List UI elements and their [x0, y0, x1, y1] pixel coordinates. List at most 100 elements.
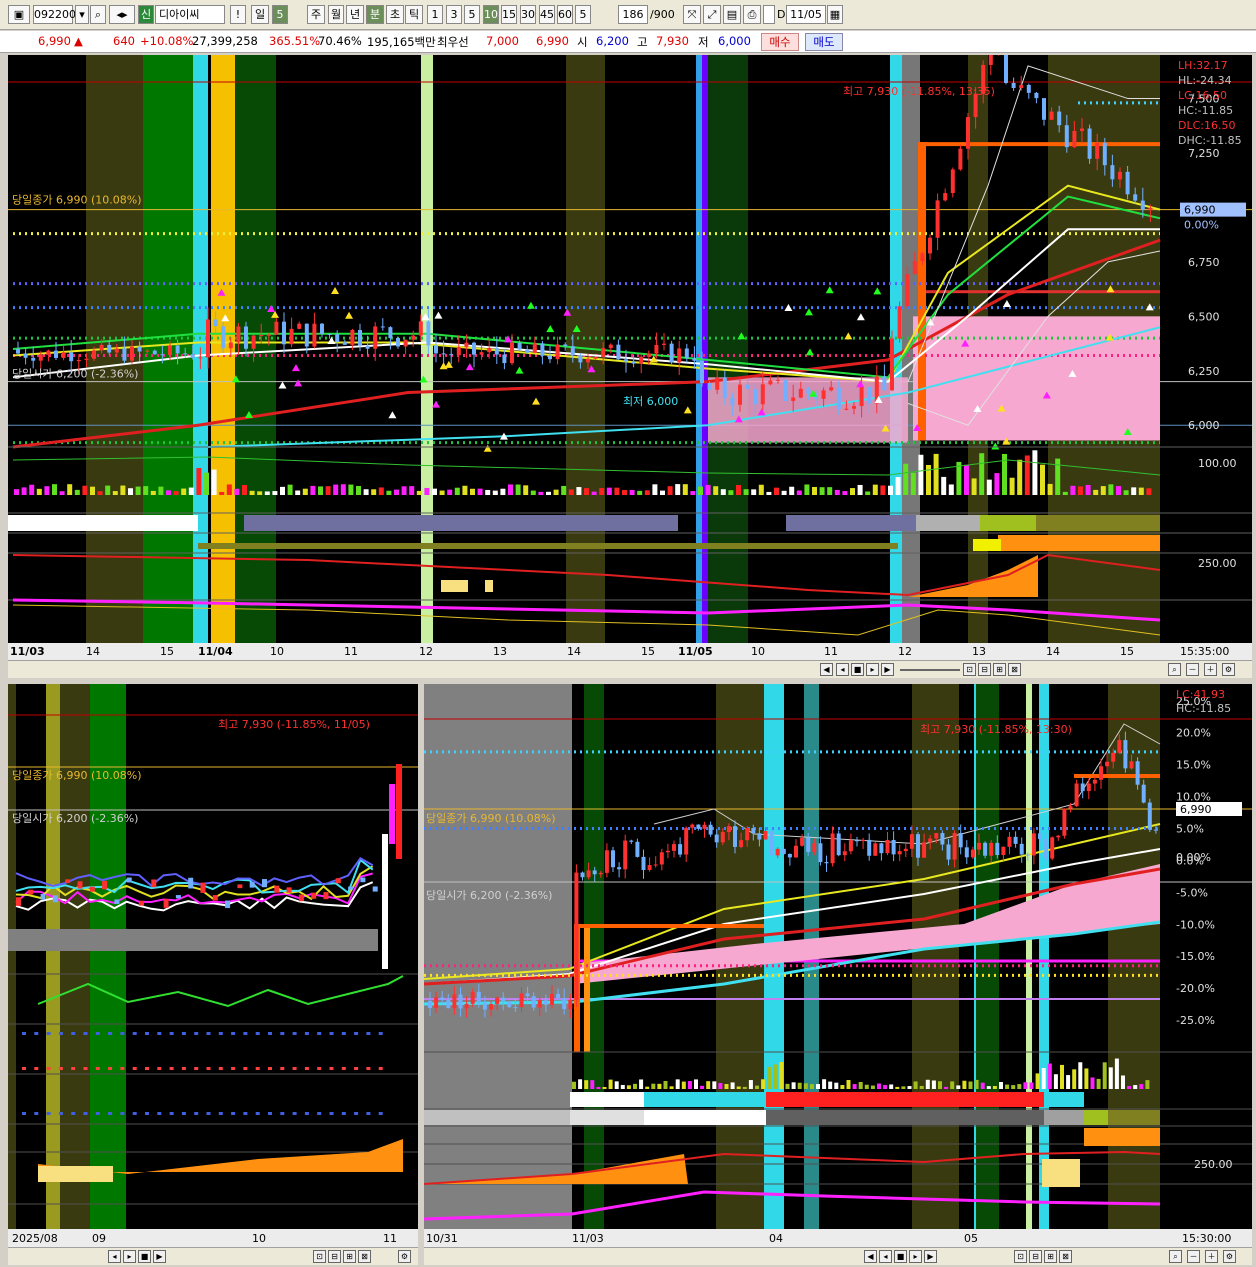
period-button[interactable]: 5 [575, 5, 591, 24]
dropdown-arrow-icon[interactable]: ▾ [75, 5, 89, 24]
zoom-icon[interactable]: ⌕ [1168, 663, 1181, 676]
scroll-last-icon[interactable]: ▶ [153, 1250, 166, 1263]
stop-icon[interactable]: ■ [894, 1250, 907, 1263]
tool3-icon[interactable]: ⊞ [343, 1250, 356, 1263]
prev-next-icon[interactable]: ◂▸ [109, 5, 135, 24]
volume-bar [439, 490, 445, 495]
buy-button[interactable]: 매수 [761, 33, 799, 51]
tool2-icon[interactable]: ⊟ [1029, 1250, 1042, 1263]
scroll-next-icon[interactable]: ▸ [866, 663, 879, 676]
period-button[interactable]: 1 [427, 5, 443, 24]
candle-body [228, 342, 233, 349]
candle-body [586, 870, 591, 878]
volume-bar [639, 1079, 644, 1089]
period-button[interactable]: 일 [251, 5, 269, 24]
tool2-icon[interactable]: ⊟ [978, 663, 991, 676]
draw-icon[interactable]: ⤧ [683, 5, 701, 24]
window-icon[interactable]: ▣ [8, 5, 30, 24]
count-input[interactable]: 186 [618, 5, 648, 24]
settings-icon[interactable]: ⚙ [1223, 1250, 1236, 1263]
sell-button[interactable]: 매도 [805, 33, 843, 51]
alert-icon[interactable]: ! [230, 5, 246, 24]
scroll-prev-icon[interactable]: ◂ [108, 1250, 121, 1263]
period-button[interactable]: 30 [520, 5, 536, 24]
candle-body [289, 328, 294, 345]
tool1-icon[interactable]: ⊡ [313, 1250, 326, 1263]
period-button[interactable]: 5 [464, 5, 480, 24]
candle-body [905, 274, 910, 307]
scroll-next-icon[interactable]: ▸ [909, 1250, 922, 1263]
period-button[interactable]: 45 [539, 5, 555, 24]
main-scrollbar[interactable]: ◀ ◂ ■ ▸ ▶ ⊡ ⊟ ⊞ ⊠ ⌕ － ＋ ⚙ [8, 660, 1252, 678]
candle-body [304, 323, 309, 347]
volume-bar [1047, 1063, 1052, 1089]
volume-bar [1121, 1075, 1125, 1089]
scroll-first-icon[interactable]: ◀ [820, 663, 833, 676]
tool4-icon[interactable]: ⊠ [1059, 1250, 1072, 1263]
stock-code-input[interactable]: 092200 [33, 5, 76, 24]
scroll-prev-icon[interactable]: ◂ [879, 1250, 892, 1263]
scroll-last-icon[interactable]: ▶ [881, 663, 894, 676]
main-intraday-chart[interactable]: 7,500 7,250 6,750 6,500 6,250 6,000 6,990 0.00%… [8, 55, 1252, 660]
tools-icon[interactable]: ⤢ [703, 5, 721, 24]
print-icon[interactable]: ⎙ [743, 5, 761, 24]
percent-chart[interactable]: 25.0% 20.0% 15.0% 10.0% 5.0% 0.00% 0.0% -5.0% -1… [424, 684, 1252, 1247]
stop-icon[interactable]: ■ [851, 663, 864, 676]
zoom-slider[interactable] [900, 669, 960, 671]
zoom-icon[interactable]: ⌕ [1169, 1250, 1182, 1263]
volume-bar [1100, 486, 1106, 495]
daily-candle [286, 887, 292, 893]
settings-icon[interactable]: ⚙ [398, 1250, 411, 1263]
zoom-in-icon[interactable]: ＋ [1205, 1250, 1218, 1263]
scroll-prev-icon[interactable]: ◂ [836, 663, 849, 676]
scroll-last-icon[interactable]: ▶ [924, 1250, 937, 1263]
period-button[interactable]: 주 [307, 5, 325, 24]
daily-scrollbar[interactable]: ◂ ▸ ■ ▶ ⊡ ⊟ ⊞ ⊠ ⚙ [8, 1247, 418, 1265]
period-button[interactable]: 초 [386, 5, 404, 24]
signal-marker [873, 287, 882, 295]
change-pct: +10.08% [140, 34, 194, 48]
period-button[interactable]: 월 [328, 5, 344, 24]
percent-scrollbar[interactable]: ◀ ◂ ■ ▸ ▶ ⊡ ⊟ ⊞ ⊠ ⌕ － ＋ ⚙ [424, 1247, 1252, 1265]
save-icon[interactable]: ▤ [723, 5, 741, 24]
period-button[interactable]: 15 [501, 5, 517, 24]
session-band [702, 55, 708, 645]
period-button[interactable]: 3 [446, 5, 462, 24]
daily-candle [249, 882, 255, 888]
candle-body [236, 326, 241, 343]
daily-indicator-bar [46, 1112, 51, 1115]
daily-indicator-bar [181, 1032, 186, 1035]
date-checkbox[interactable] [763, 5, 775, 24]
calendar-icon[interactable]: ▦ [827, 5, 843, 24]
stock-name[interactable]: 디아이씨 [155, 5, 225, 24]
daily-indicator-bar [255, 1032, 260, 1035]
stop-icon[interactable]: ■ [138, 1250, 151, 1263]
zoom-out-icon[interactable]: － [1187, 1250, 1200, 1263]
period-button[interactable]: 년 [346, 5, 364, 24]
daily-chart[interactable]: 최고 7,930 (-11.85%, 11/05) 당일종가 6,990 (10.… [8, 684, 418, 1247]
tool1-icon[interactable]: ⊡ [963, 663, 976, 676]
period-button[interactable]: 60 [557, 5, 573, 24]
tool1-icon[interactable]: ⊡ [1014, 1250, 1027, 1263]
zoom-out-icon[interactable]: － [1186, 663, 1199, 676]
scroll-next-icon[interactable]: ▸ [123, 1250, 136, 1263]
candle-body [745, 828, 750, 841]
band-row [766, 1110, 1044, 1125]
volume-bar [910, 472, 916, 495]
zoom-in-icon[interactable]: ＋ [1204, 663, 1217, 676]
period-button[interactable]: 5 [272, 5, 288, 24]
tool2-icon[interactable]: ⊟ [328, 1250, 341, 1263]
settings-icon[interactable]: ⚙ [1222, 663, 1235, 676]
date-input[interactable]: 11/05 [786, 5, 826, 24]
tool4-icon[interactable]: ⊠ [358, 1250, 371, 1263]
period-button[interactable]: 분 [366, 5, 384, 24]
orange-pillar [584, 924, 590, 1052]
tool3-icon[interactable]: ⊞ [1044, 1250, 1057, 1263]
period-button[interactable]: 틱 [405, 5, 423, 24]
scroll-first-icon[interactable]: ◀ [864, 1250, 877, 1263]
search-icon[interactable]: ⌕ [90, 5, 106, 24]
price-tick-label: 6,000 [1188, 419, 1220, 432]
tool4-icon[interactable]: ⊠ [1008, 663, 1021, 676]
period-button[interactable]: 10 [483, 5, 499, 24]
tool3-icon[interactable]: ⊞ [993, 663, 1006, 676]
